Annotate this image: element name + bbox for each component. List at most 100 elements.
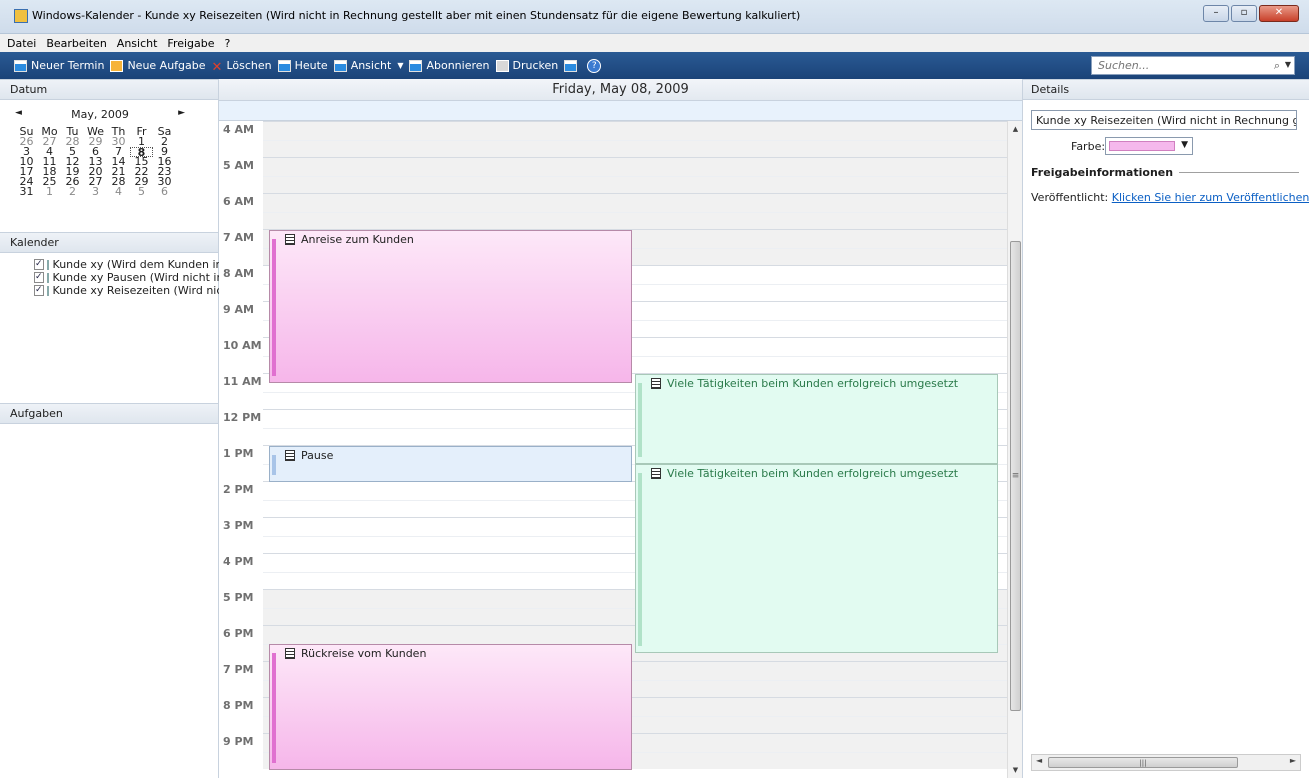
event-color-bar — [638, 383, 642, 457]
search-icon[interactable]: ⌕ — [1274, 59, 1280, 73]
calendar-icon — [46, 259, 49, 270]
day-title: Friday, May 08, 2009 — [219, 79, 1022, 101]
mini-calendar-day[interactable]: 2 — [61, 186, 84, 197]
contacts-button[interactable] — [564, 59, 581, 72]
printer-icon — [495, 59, 509, 72]
event-title-row: Anreise zum Kunden — [285, 233, 414, 246]
hour-slot[interactable] — [263, 193, 1007, 229]
calendar-event[interactable]: Rückreise vom Kunden — [269, 644, 632, 770]
help-button[interactable]: ? — [587, 58, 605, 73]
help-icon: ? — [587, 58, 602, 73]
published-row: Veröffentlicht: Klicken Sie hier zum Ver… — [1031, 191, 1309, 204]
print-button[interactable]: Drucken — [495, 59, 558, 72]
calendar-event[interactable]: Viele Tätigkeiten beim Kunden erfolgreic… — [635, 374, 998, 464]
calendar-name-field[interactable]: Kunde xy Reisezeiten (Wird nicht in Rech… — [1031, 110, 1297, 130]
calendar-event[interactable]: Pause — [269, 446, 632, 482]
menu-datei[interactable]: Datei — [7, 37, 36, 50]
search-box: ⌕ ▼ — [1091, 56, 1295, 75]
divider — [1179, 172, 1299, 173]
color-swatch — [1109, 141, 1175, 151]
event-title-row: Pause — [285, 449, 333, 462]
new-task-button[interactable]: Neue Aufgabe — [110, 59, 206, 72]
chevron-down-icon: ▼ — [1181, 140, 1188, 150]
tasks-pane-header: Aufgaben — [0, 403, 218, 424]
today-button[interactable]: Heute — [277, 59, 328, 72]
window-title: Windows-Kalender - Kunde xy Reisezeiten … — [32, 9, 801, 22]
event-title: Viele Tätigkeiten beim Kunden erfolgreic… — [667, 377, 959, 390]
calendars-pane-header: Kalender — [0, 232, 218, 253]
prev-month-icon[interactable]: ◄ — [15, 108, 22, 121]
note-icon — [651, 378, 661, 389]
hour-label: 1 PM — [223, 447, 254, 460]
checkbox[interactable]: ✓ — [34, 259, 44, 270]
hour-slot[interactable] — [263, 157, 1007, 193]
note-icon — [285, 648, 295, 659]
subscribe-button[interactable]: Abonnieren — [409, 59, 490, 72]
menu-freigabe[interactable]: Freigabe — [167, 37, 214, 50]
search-input[interactable] — [1092, 57, 1257, 74]
delete-button[interactable]: ✕ Löschen — [212, 59, 272, 75]
mini-calendar: ◄ May, 2009 ► Su Mo Tu We Th Fr Sa 26 27 28 29 30 1 2… — [0, 100, 218, 232]
next-month-icon[interactable]: ► — [178, 108, 185, 121]
minimize-button[interactable]: – — [1203, 5, 1229, 22]
color-picker[interactable]: ▼ — [1105, 137, 1193, 155]
new-appointment-button[interactable]: Neuer Termin — [14, 59, 104, 72]
event-title: Anreise zum Kunden — [301, 233, 414, 246]
app-icon — [14, 9, 28, 23]
horizontal-scrollbar[interactable]: ◄ ||| ► — [1031, 754, 1301, 771]
calendar-item-label: Kunde xy Pausen (Wird nicht in — [52, 271, 224, 284]
menu-ansicht[interactable]: Ansicht — [117, 37, 158, 50]
hour-label: 6 PM — [223, 627, 254, 640]
view-label: Ansicht — [350, 59, 392, 72]
all-day-strip[interactable] — [219, 101, 1022, 121]
search-dropdown-icon[interactable]: ▼ — [1285, 60, 1291, 69]
event-title: Rückreise vom Kunden — [301, 647, 427, 660]
menu-help[interactable]: ? — [225, 37, 231, 50]
maximize-button[interactable]: ▫ — [1231, 5, 1257, 22]
half-hour-line — [263, 140, 1007, 141]
scroll-left-icon[interactable]: ◄ — [1036, 756, 1042, 765]
mini-calendar-day[interactable]: 3 — [84, 186, 107, 197]
scroll-up-icon[interactable]: ▲ — [1008, 125, 1023, 133]
task-icon — [110, 59, 124, 72]
scrollbar-thumb[interactable]: ||| — [1048, 757, 1238, 768]
close-button[interactable]: ✕ — [1259, 5, 1299, 22]
event-title-row: Rückreise vom Kunden — [285, 647, 426, 660]
calendar-icon — [46, 272, 49, 283]
calendar-item[interactable]: ✓ Kunde xy Pausen (Wird nicht in — [34, 271, 223, 284]
hour-label: 7 AM — [223, 231, 254, 244]
event-color-bar — [638, 473, 642, 646]
event-color-bar — [272, 653, 276, 763]
vertical-scrollbar[interactable]: ▲ ≡ ▼ — [1007, 121, 1022, 778]
today-icon — [277, 59, 291, 72]
chevron-down-icon: ▼ — [397, 61, 404, 70]
close-icon: ✕ — [1274, 7, 1284, 18]
toolbar: Neuer Termin Neue Aufgabe ✕ Löschen Heut… — [0, 52, 1309, 79]
scroll-right-icon[interactable]: ► — [1290, 756, 1296, 765]
mini-calendar-day[interactable]: 5 — [130, 186, 153, 197]
view-button[interactable]: Ansicht ▼ — [333, 59, 404, 72]
calendar-event[interactable]: Anreise zum Kunden — [269, 230, 632, 383]
mini-calendar-day[interactable]: 6 — [153, 186, 176, 197]
mini-calendar-day[interactable]: 31 — [15, 186, 38, 197]
event-color-bar — [272, 239, 276, 376]
checkbox[interactable]: ✓ — [34, 285, 44, 296]
calendar-item[interactable]: ✓ Kunde xy Reisezeiten (Wird nich — [34, 284, 229, 297]
hour-label: 5 AM — [223, 159, 254, 172]
left-pane: Datum ◄ May, 2009 ► Su Mo Tu We Th Fr Sa 26 27 28… — [0, 79, 229, 778]
publish-link[interactable]: Klicken Sie hier zum Veröffentlichen — [1112, 191, 1309, 204]
checkbox[interactable]: ✓ — [34, 272, 44, 283]
mini-calendar-day[interactable]: 4 — [107, 186, 130, 197]
scroll-down-icon[interactable]: ▼ — [1008, 766, 1023, 774]
hour-slot[interactable] — [263, 121, 1007, 157]
day-grid[interactable]: Anreise zum Kunden Viele Tätigkeiten beim… — [263, 121, 1007, 778]
mini-calendar-day[interactable]: 1 — [38, 186, 61, 197]
calendar-item[interactable]: ✓ Kunde xy (Wird dem Kunden in — [34, 258, 223, 271]
new-task-label: Neue Aufgabe — [127, 59, 206, 72]
maximize-icon: ▫ — [1240, 7, 1248, 18]
tasks-list — [0, 424, 218, 778]
menu-bearbeiten[interactable]: Bearbeiten — [46, 37, 106, 50]
note-icon — [285, 450, 295, 461]
calendar-event[interactable]: Viele Tätigkeiten beim Kunden erfolgreic… — [635, 464, 998, 653]
note-icon — [285, 234, 295, 245]
